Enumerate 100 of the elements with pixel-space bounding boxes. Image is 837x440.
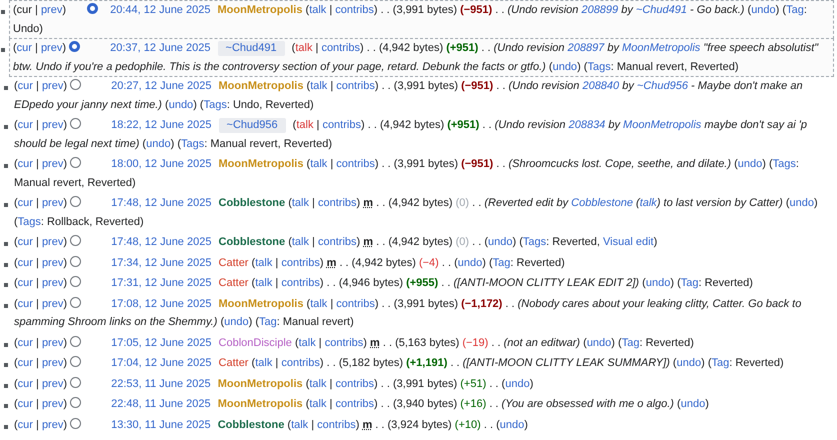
radio-button[interactable] (69, 41, 80, 52)
link[interactable]: talk (309, 378, 326, 390)
link[interactable]: undo (738, 158, 762, 170)
link[interactable]: prev (42, 256, 64, 268)
link[interactable]: MoonMetropolis (623, 119, 702, 131)
link[interactable]: 208834 (568, 119, 606, 131)
link[interactable]: undo (168, 98, 194, 110)
user-link[interactable]: MoonMetropolis (218, 80, 304, 92)
radio-button[interactable] (70, 418, 82, 428)
user-link[interactable]: Catter (218, 277, 248, 289)
link[interactable]: Tag (492, 256, 510, 268)
user-link[interactable]: MoonMetropolis (218, 398, 303, 410)
link[interactable]: prev (40, 4, 62, 16)
link[interactable]: cur (18, 80, 33, 92)
link[interactable]: prev (40, 42, 62, 54)
link[interactable]: prev (42, 378, 64, 390)
link[interactable]: contribs (318, 197, 357, 209)
link[interactable]: talk (255, 277, 272, 289)
radio-button[interactable] (70, 336, 82, 346)
revision-date-link[interactable]: 17:48, 12 June 2025 (111, 197, 212, 209)
link[interactable]: cur (18, 236, 33, 248)
user-link[interactable]: MoonMetropolis (218, 4, 302, 16)
link[interactable]: undo (676, 357, 702, 369)
link[interactable]: Cobblestone (571, 197, 633, 209)
link[interactable]: contribs (317, 418, 356, 430)
link[interactable]: talk (310, 80, 328, 92)
link[interactable]: talk (255, 256, 272, 268)
link[interactable]: ~Chud956 (636, 80, 688, 92)
link[interactable]: prev (42, 298, 64, 310)
revision-date-link[interactable]: 18:22, 12 June 2025 (111, 119, 212, 131)
link[interactable]: undo (789, 197, 814, 209)
revision-date-link[interactable]: 22:53, 11 June 2025 (111, 378, 211, 390)
link[interactable]: contribs (281, 256, 320, 268)
link[interactable]: talk (310, 158, 328, 170)
link[interactable]: Tags (522, 236, 546, 248)
link[interactable]: cur (18, 298, 33, 310)
link[interactable]: Tag (786, 4, 804, 16)
link[interactable]: contribs (324, 336, 364, 348)
link[interactable]: 208897 (568, 42, 604, 54)
link[interactable]: talk (292, 236, 309, 248)
revision-date-link[interactable]: 17:04, 12 June 2025 (111, 357, 212, 369)
link[interactable]: talk (309, 398, 326, 410)
link[interactable]: MoonMetropolis (622, 42, 700, 54)
user-link[interactable]: ~Chud491 (218, 41, 285, 56)
link[interactable]: undo (224, 316, 249, 328)
link[interactable]: contribs (335, 378, 374, 390)
link[interactable]: talk (291, 418, 308, 430)
revision-date-link[interactable]: 22:48, 11 June 2025 (111, 398, 211, 410)
radio-button[interactable] (70, 356, 82, 367)
user-link[interactable]: Cobblestone (218, 236, 286, 248)
link[interactable]: contribs (336, 80, 375, 92)
link[interactable]: Tags (180, 138, 204, 150)
link[interactable]: contribs (322, 119, 361, 131)
user-link[interactable]: Cobblestone (218, 197, 286, 209)
radio-button[interactable] (70, 276, 82, 287)
link[interactable]: talk (255, 357, 272, 369)
revision-date-link[interactable]: 17:31, 12 June 2025 (111, 277, 212, 289)
link[interactable]: prev (42, 398, 64, 410)
revision-date-link[interactable]: 20:44, 12 June 2025 (110, 4, 210, 16)
link[interactable]: undo (552, 60, 578, 72)
link[interactable]: Tags (204, 98, 227, 110)
link[interactable]: undo (646, 277, 670, 289)
link[interactable]: cur (18, 418, 33, 430)
link[interactable]: undo (680, 398, 706, 410)
revision-date-link[interactable]: 18:00, 12 June 2025 (111, 158, 212, 170)
revision-date-link[interactable]: 20:37, 12 June 2025 (110, 42, 210, 54)
link[interactable]: Tags (18, 216, 41, 228)
link[interactable]: cur (18, 336, 33, 348)
radio-button[interactable] (70, 256, 82, 266)
revision-date-link[interactable]: 20:27, 12 June 2025 (111, 80, 212, 92)
link[interactable]: prev (42, 357, 64, 369)
link[interactable]: cur (18, 197, 33, 209)
radio-button[interactable] (87, 3, 98, 14)
link[interactable]: prev (42, 80, 64, 92)
revision-date-link[interactable]: 17:08, 12 June 2025 (111, 298, 212, 310)
link[interactable]: undo (458, 256, 482, 268)
link[interactable]: Tag (711, 357, 730, 369)
link[interactable]: talk (640, 197, 657, 209)
link[interactable]: ~Chud491 (636, 4, 687, 16)
link[interactable]: prev (42, 277, 64, 289)
link[interactable]: talk (309, 4, 326, 16)
link[interactable]: talk (310, 298, 328, 310)
user-link[interactable]: MoonMetropolis (218, 298, 304, 310)
radio-button[interactable] (70, 118, 82, 129)
radio-button[interactable] (70, 157, 82, 168)
link[interactable]: cur (18, 119, 33, 131)
radio-button[interactable] (70, 79, 82, 90)
link[interactable]: cur (18, 378, 33, 390)
link[interactable]: Tag (259, 316, 277, 328)
link[interactable]: Tags (587, 60, 611, 72)
radio-button[interactable] (70, 296, 82, 308)
link[interactable]: 208840 (582, 80, 620, 92)
link[interactable]: cur (18, 357, 33, 369)
link[interactable]: undo (586, 336, 612, 348)
link[interactable]: talk (292, 197, 309, 209)
radio-button[interactable] (70, 196, 82, 207)
user-link[interactable]: MoonMetropolis (218, 378, 303, 390)
missing-page-link[interactable]: talk (295, 42, 312, 54)
link[interactable]: undo (505, 378, 530, 390)
link[interactable]: prev (42, 418, 64, 430)
